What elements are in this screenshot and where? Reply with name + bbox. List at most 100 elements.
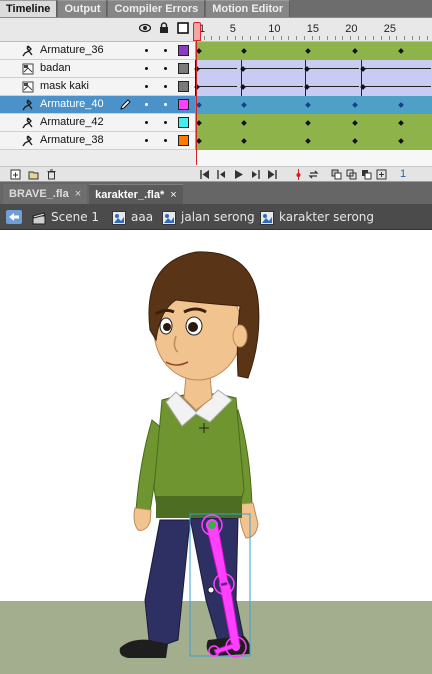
layer-frames[interactable] — [195, 132, 432, 150]
layer-color-swatch[interactable] — [178, 117, 189, 128]
armature-icon — [22, 135, 33, 147]
ruler-tick — [411, 36, 413, 40]
layer-row[interactable]: Armature_42 — [0, 114, 432, 132]
breadcrumb-karakter-serong[interactable]: karakter serong — [260, 208, 374, 226]
trash-icon[interactable] — [46, 169, 57, 180]
layer-name[interactable]: Armature_40 — [40, 98, 104, 110]
lock-dot[interactable] — [164, 139, 167, 142]
symbol-icon — [162, 210, 176, 225]
layer-row[interactable]: Armature_38 — [0, 132, 432, 150]
lock-dot[interactable] — [164, 103, 167, 106]
close-icon[interactable]: × — [75, 188, 81, 200]
ruler-tick — [380, 36, 382, 40]
layer-row[interactable]: Armature_40 — [0, 96, 432, 114]
layer-frames[interactable] — [195, 96, 432, 114]
visibility-dot[interactable] — [145, 67, 148, 70]
panel-tab-bar: Timeline Output Compiler Errors Motion E… — [0, 0, 432, 18]
layer-color-swatch[interactable] — [178, 135, 189, 146]
layer-name[interactable]: Armature_38 — [40, 134, 104, 146]
playhead[interactable] — [193, 22, 201, 41]
layer-color-swatch[interactable] — [178, 63, 189, 74]
breadcrumb-scene[interactable]: Scene 1 — [32, 208, 99, 226]
onion-skin-icon[interactable] — [331, 169, 342, 180]
visibility-dot[interactable] — [145, 139, 148, 142]
lock-icon[interactable] — [158, 22, 170, 34]
ruler-tick — [419, 36, 421, 40]
ruler-tick — [319, 36, 321, 40]
ruler-tick — [403, 36, 405, 40]
ruler-number: 10 — [268, 23, 281, 35]
tab-timeline[interactable]: Timeline — [0, 0, 58, 17]
lock-dot[interactable] — [164, 49, 167, 52]
visibility-dot[interactable] — [145, 49, 148, 52]
layer-frames[interactable] — [194, 60, 432, 78]
modify-markers-icon[interactable] — [376, 169, 387, 180]
ruler-tick — [265, 36, 267, 40]
center-frame-icon[interactable] — [293, 169, 304, 180]
playhead-line — [196, 41, 197, 165]
visibility-dot[interactable] — [145, 103, 148, 106]
tab-compiler-errors[interactable]: Compiler Errors — [108, 0, 206, 17]
lock-dot[interactable] — [164, 85, 167, 88]
lock-dot[interactable] — [164, 67, 167, 70]
mask-icon — [22, 63, 34, 75]
ruler-tick — [427, 36, 428, 40]
layer-name[interactable]: Armature_42 — [40, 116, 104, 128]
ruler-tick — [242, 36, 244, 40]
ruler-tick — [296, 36, 298, 40]
layer-row[interactable]: Armature_36 — [0, 42, 432, 60]
onion-skin-outline-icon[interactable] — [346, 169, 357, 180]
ruler-number: 5 — [229, 23, 236, 35]
visibility-dot[interactable] — [145, 85, 148, 88]
breadcrumb-aaa[interactable]: aaa — [112, 208, 153, 226]
last-frame-icon[interactable] — [267, 169, 278, 180]
tab-output[interactable]: Output — [58, 0, 108, 17]
layer-name[interactable]: badan — [40, 62, 71, 74]
tab-motion-editor[interactable]: Motion Editor — [206, 0, 291, 17]
layer-name[interactable]: mask kaki — [40, 80, 89, 92]
layer-color-swatch[interactable] — [178, 81, 189, 92]
layer-row[interactable]: badan — [0, 60, 432, 78]
next-frame-icon[interactable] — [250, 169, 261, 180]
symbol-icon — [260, 210, 274, 225]
layer-frames[interactable] — [195, 42, 432, 60]
ruler-tick — [357, 36, 359, 40]
layer-row[interactable]: mask kaki — [0, 78, 432, 96]
doc-tab-brave[interactable]: BRAVE_.fla × — [3, 184, 88, 204]
ruler-tick — [273, 36, 274, 40]
armature-icon — [22, 117, 33, 129]
close-icon[interactable]: × — [170, 189, 176, 201]
eye-icon[interactable] — [139, 22, 151, 34]
first-frame-icon[interactable] — [199, 169, 210, 180]
prev-frame-icon[interactable] — [216, 169, 227, 180]
mask-icon — [22, 81, 34, 93]
ruler-tick — [326, 36, 328, 40]
layer-name[interactable]: Armature_36 — [40, 44, 104, 56]
new-folder-icon[interactable] — [28, 169, 39, 180]
new-layer-icon[interactable] — [10, 169, 21, 180]
layer-frames[interactable] — [195, 114, 432, 132]
loop-icon[interactable] — [308, 169, 319, 180]
registration-point — [207, 586, 215, 594]
ruler-tick — [303, 36, 305, 40]
doc-tab-karakter[interactable]: karakter_.fla* × — [89, 184, 183, 204]
armature-icon — [22, 45, 33, 57]
layer-color-swatch[interactable] — [178, 45, 189, 56]
outline-icon[interactable] — [177, 22, 189, 34]
layer-color-swatch[interactable] — [178, 99, 189, 110]
layer-frames[interactable] — [194, 78, 432, 96]
stage-canvas[interactable] — [0, 231, 432, 674]
left-hand — [133, 507, 152, 531]
ruler-tick — [365, 36, 367, 40]
breadcrumb-jalan-serong[interactable]: jalan serong — [162, 208, 255, 226]
scene-clapper-icon — [32, 211, 46, 224]
visibility-dot[interactable] — [145, 121, 148, 124]
back-arrow-icon[interactable] — [6, 210, 22, 224]
play-icon[interactable] — [233, 169, 244, 180]
ruler-tick — [342, 36, 344, 40]
edit-multiple-frames-icon[interactable] — [361, 169, 372, 180]
edit-bar: Scene 1 aaa jalan serong karakter serong — [0, 204, 432, 230]
ruler-tick — [288, 36, 290, 40]
lock-dot[interactable] — [164, 121, 167, 124]
frame-ruler[interactable]: 1 5 10 15 20 25 — [195, 22, 432, 40]
